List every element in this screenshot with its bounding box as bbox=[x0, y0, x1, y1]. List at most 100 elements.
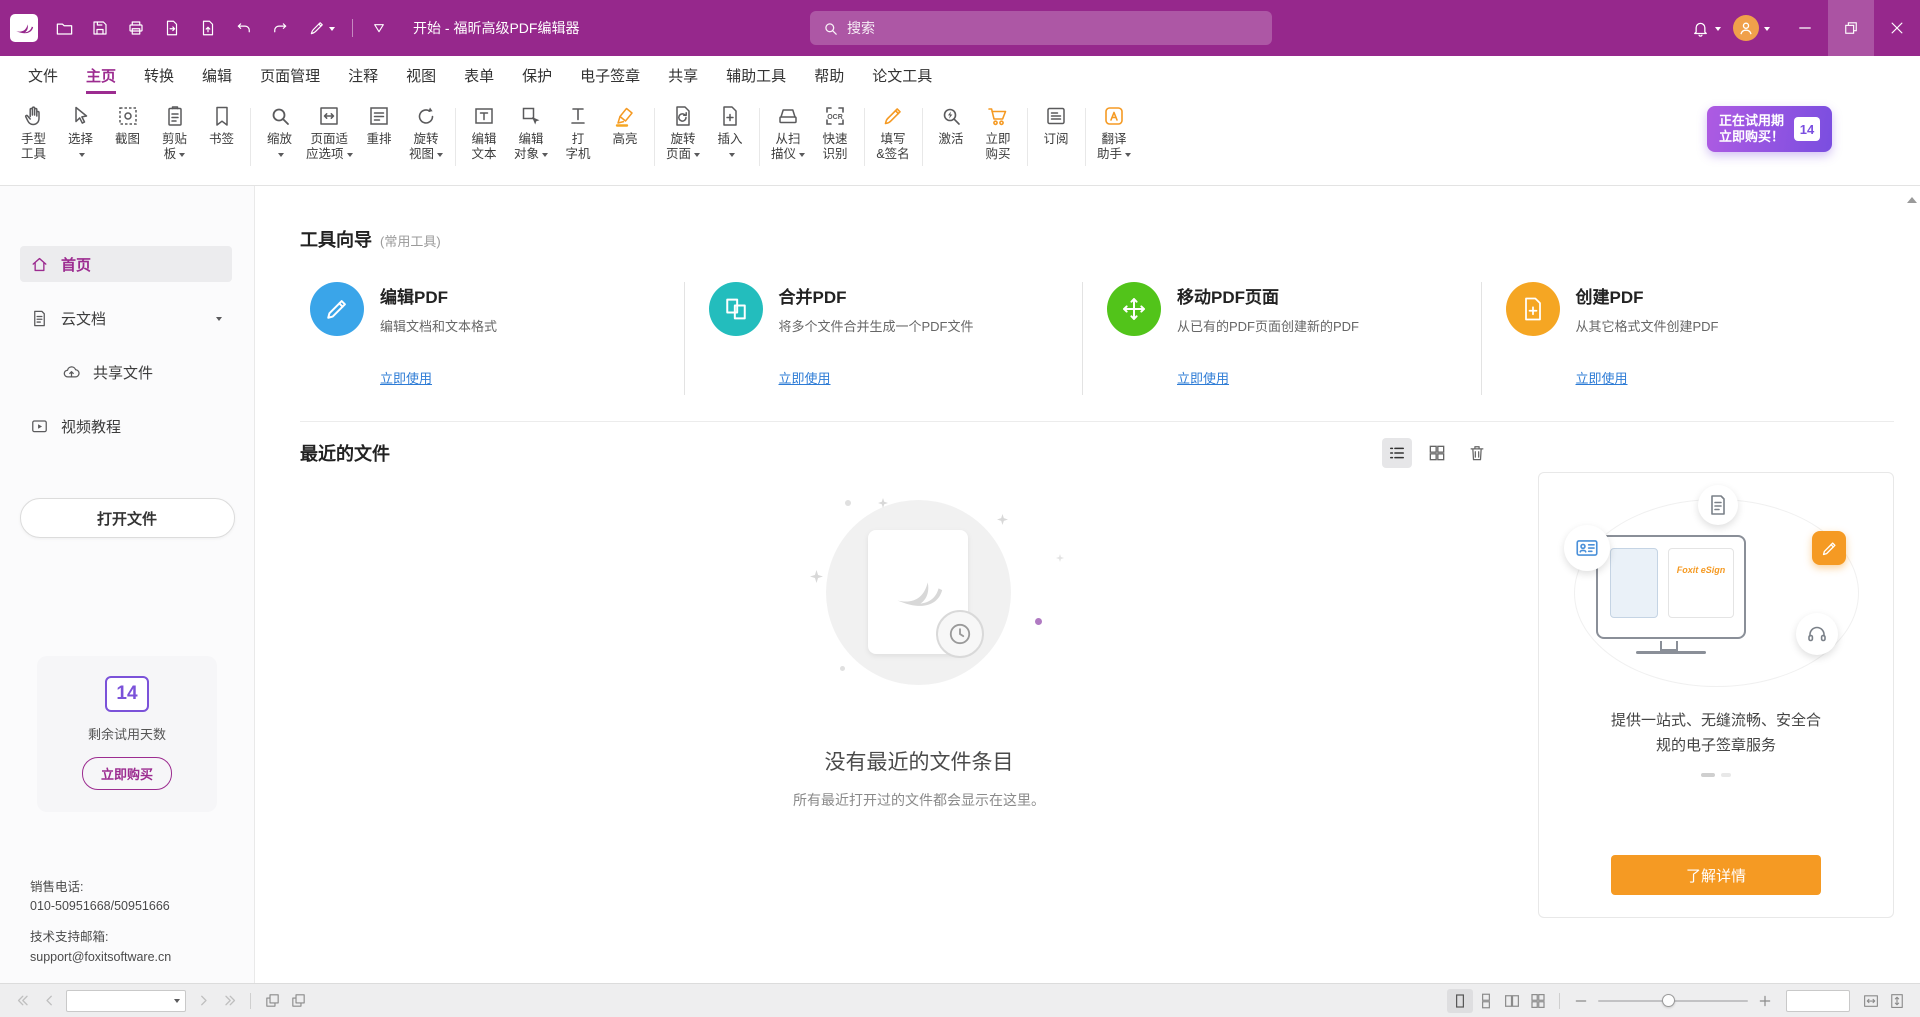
sidebar-item-video-tutorials[interactable]: 视频教程 bbox=[20, 408, 232, 444]
pagination-dot[interactable] bbox=[1721, 773, 1731, 777]
menu-item-page-organize[interactable]: 页面管理 bbox=[260, 56, 320, 94]
ribbon-button-quick-ocr[interactable]: 快速识别 bbox=[812, 100, 859, 166]
menu-item-file[interactable]: 文件 bbox=[28, 56, 58, 94]
page-number-input[interactable] bbox=[72, 994, 171, 1008]
ribbon-button-edit-object[interactable]: 编辑对象 bbox=[508, 100, 555, 166]
tool-card-merge-pdf[interactable]: 合并PDF 将多个文件合并生成一个PDF文件 立即使用 bbox=[699, 278, 1098, 387]
restore-button[interactable] bbox=[1828, 0, 1874, 56]
ribbon-button-zoom[interactable]: 缩放 bbox=[256, 100, 303, 166]
buy-now-button[interactable]: 立即购买 bbox=[82, 757, 172, 790]
notifications-button[interactable] bbox=[1691, 19, 1721, 38]
tool-card-edit-pdf[interactable]: 编辑PDF 编辑文档和文本格式 立即使用 bbox=[300, 278, 699, 387]
customize-quick-access-button[interactable] bbox=[363, 12, 395, 44]
use-now-link[interactable]: 立即使用 bbox=[1576, 368, 1628, 387]
grid-view-button[interactable] bbox=[1422, 438, 1452, 468]
support-email-value[interactable]: support@foxitsoftware.cn bbox=[30, 948, 171, 967]
single-page-view-button[interactable] bbox=[1447, 989, 1473, 1013]
ribbon-button-snapshot[interactable]: 截图 bbox=[104, 100, 151, 151]
menu-item-convert[interactable]: 转换 bbox=[144, 56, 174, 94]
ribbon-button-fill-sign[interactable]: 填写&签名 bbox=[870, 100, 917, 166]
clear-recent-button[interactable] bbox=[1462, 438, 1492, 468]
menu-item-esign[interactable]: 电子签章 bbox=[580, 56, 640, 94]
tool-card-create-pdf[interactable]: 创建PDF 从其它格式文件创建PDF 立即使用 bbox=[1496, 278, 1895, 387]
esign-quick-button[interactable] bbox=[300, 12, 342, 44]
ribbon-button-fit-page-options[interactable]: 页面适应选项 bbox=[303, 100, 356, 166]
tool-card-move-pdf-pages[interactable]: 移动PDF页面 从已有的PDF页面创建新的PDF 立即使用 bbox=[1097, 278, 1496, 387]
search-input[interactable] bbox=[847, 20, 1260, 36]
sidebar-item-shared-files[interactable]: 共享文件 bbox=[52, 354, 232, 390]
use-now-link[interactable]: 立即使用 bbox=[779, 368, 831, 387]
menu-item-share[interactable]: 共享 bbox=[668, 56, 698, 94]
menu-item-accessibility[interactable]: 辅助工具 bbox=[726, 56, 786, 94]
ribbon-button-from-scanner[interactable]: 从扫描仪 bbox=[765, 100, 812, 166]
menu-item-form[interactable]: 表单 bbox=[464, 56, 494, 94]
sidebar-item-label: 首页 bbox=[61, 254, 91, 275]
menu-item-paper-tools[interactable]: 论文工具 bbox=[872, 56, 932, 94]
menu-item-comment[interactable]: 注释 bbox=[348, 56, 378, 94]
ribbon-button-buy-now[interactable]: 立即购买 bbox=[975, 100, 1022, 166]
fit-width-button[interactable] bbox=[1858, 989, 1884, 1013]
zoom-out-button[interactable] bbox=[1568, 989, 1594, 1013]
first-page-button[interactable] bbox=[10, 989, 36, 1013]
zoom-in-button[interactable] bbox=[1752, 989, 1778, 1013]
ribbon-button-activate[interactable]: 激活 bbox=[928, 100, 975, 151]
sidebar-item-cloud-documents[interactable]: 云文档 bbox=[20, 300, 232, 336]
menu-item-help[interactable]: 帮助 bbox=[814, 56, 844, 94]
continuous-view-button[interactable] bbox=[1473, 989, 1499, 1013]
menu-item-view[interactable]: 视图 bbox=[406, 56, 436, 94]
ribbon-button-translate-assistant[interactable]: 翻译助手 bbox=[1091, 100, 1138, 166]
pagination-dot-active[interactable] bbox=[1701, 773, 1715, 777]
account-menu-button[interactable] bbox=[1733, 15, 1770, 41]
open-file-button[interactable]: 打开文件 bbox=[20, 498, 235, 538]
quick-access-toolbar: 开始 - 福昕高级PDF编辑器 bbox=[0, 12, 579, 44]
share-document-button[interactable] bbox=[156, 12, 188, 44]
save-button[interactable] bbox=[84, 12, 116, 44]
trial-buy-now-badge[interactable]: 正在试用期立即购买！ 14 bbox=[1707, 106, 1832, 152]
open-file-icon-button[interactable] bbox=[48, 12, 80, 44]
ribbon-button-typewriter[interactable]: 打字机 bbox=[555, 100, 602, 166]
previous-page-button[interactable] bbox=[36, 989, 62, 1013]
ribbon-button-edit-text[interactable]: 编辑文本 bbox=[461, 100, 508, 166]
sidebar-item-home[interactable]: 首页 bbox=[20, 246, 232, 282]
close-button[interactable] bbox=[1874, 0, 1920, 56]
ribbon-button-clipboard[interactable]: 剪贴板 bbox=[151, 100, 198, 166]
promo-pagination-dots[interactable] bbox=[1701, 773, 1731, 777]
ribbon-button-bookmark[interactable]: 书签 bbox=[198, 100, 245, 151]
menu-item-protect[interactable]: 保护 bbox=[522, 56, 552, 94]
use-now-link[interactable]: 立即使用 bbox=[380, 368, 432, 387]
export-document-button[interactable] bbox=[192, 12, 224, 44]
ribbon-button-rotate-pages[interactable]: 旋转页面 bbox=[660, 100, 707, 166]
ribbon-button-rotate-view[interactable]: 旋转视图 bbox=[403, 100, 450, 166]
menu-item-home[interactable]: 主页 bbox=[86, 56, 116, 94]
use-now-link[interactable]: 立即使用 bbox=[1177, 368, 1229, 387]
clipboard-tool-button[interactable] bbox=[285, 989, 311, 1013]
minimize-button[interactable] bbox=[1782, 0, 1828, 56]
search-bar[interactable] bbox=[810, 11, 1272, 45]
zoom-slider[interactable] bbox=[1598, 991, 1748, 1011]
ribbon-button-reflow[interactable]: 重排 bbox=[356, 100, 403, 151]
translate-icon bbox=[1102, 104, 1126, 128]
ribbon-button-subscribe[interactable]: 订阅 bbox=[1033, 100, 1080, 151]
ribbon-button-select[interactable]: 选择 bbox=[57, 100, 104, 166]
ribbon-button-highlight[interactable]: 高亮 bbox=[602, 100, 649, 151]
list-view-button[interactable] bbox=[1382, 438, 1412, 468]
learn-more-button[interactable]: 了解详情 bbox=[1611, 855, 1821, 895]
menu-item-edit[interactable]: 编辑 bbox=[202, 56, 232, 94]
menu-item-label: 共享 bbox=[668, 65, 698, 86]
print-button[interactable] bbox=[120, 12, 152, 44]
scrollbar-up-arrow-icon[interactable] bbox=[1907, 192, 1917, 203]
zoom-slider-handle[interactable] bbox=[1662, 994, 1675, 1007]
snapshot-tool-button[interactable] bbox=[259, 989, 285, 1013]
last-page-button[interactable] bbox=[216, 989, 242, 1013]
next-page-button[interactable] bbox=[190, 989, 216, 1013]
ribbon-button-hand-tool[interactable]: 手型工具 bbox=[10, 100, 57, 166]
zoom-percentage-box[interactable] bbox=[1786, 990, 1850, 1012]
page-number-box[interactable] bbox=[66, 990, 186, 1012]
copy-icon bbox=[290, 992, 307, 1009]
continuous-facing-view-button[interactable] bbox=[1525, 989, 1551, 1013]
redo-button[interactable] bbox=[264, 12, 296, 44]
fit-page-button[interactable] bbox=[1884, 989, 1910, 1013]
facing-view-button[interactable] bbox=[1499, 989, 1525, 1013]
undo-button[interactable] bbox=[228, 12, 260, 44]
ribbon-button-insert-pages[interactable]: 插入 bbox=[707, 100, 754, 166]
